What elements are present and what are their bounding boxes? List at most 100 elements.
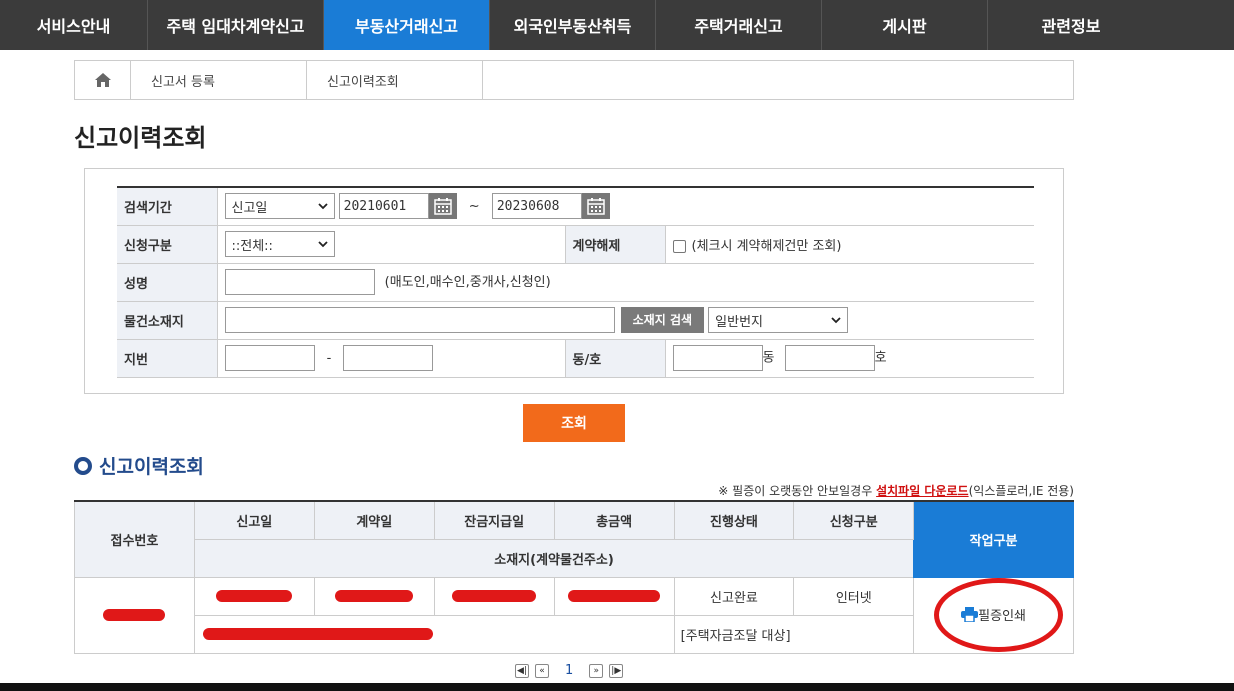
results-title-text: 신고이력조회 [99,456,204,478]
nav-item-board[interactable]: 게시판 [822,0,988,50]
redaction-mark [216,590,293,602]
table-row: 신고완료 인터넷 필증인쇄 [74,576,1074,654]
cancel-label: 계약해제 [564,225,666,264]
name-label: 성명 [117,263,218,302]
results-table: 접수번호 신고일 계약일 잔금지급일 총금액 진행상태 신청구분 작업구분 소재… [74,500,1074,654]
nav-item-real-estate-report[interactable]: 부동산거래신고 [324,0,490,50]
header-receipt-no: 접수번호 [74,500,195,578]
search-table: 검색기간 신고일 20210601 ~ 20230608 신청구분 ::전체::… [117,186,1034,378]
apply-type-select[interactable]: ::전체:: [224,231,335,257]
dongho-label: 동/호 [564,339,666,378]
apply-type-value: ::전체:: [231,238,273,254]
breadcrumb-item-register[interactable]: 신고서 등록 [131,61,307,99]
cell-apply-type: 인터넷 [793,576,915,616]
ho-suffix: 호 [874,350,887,366]
redaction-mark [568,590,661,602]
print-certificate-button[interactable]: 필증인쇄 [961,605,1026,624]
lot-type-value: 일반번지 [715,314,764,330]
chevron-down-icon [317,240,328,247]
period-label: 검색기간 [117,187,218,226]
nav-item-lease-report[interactable]: 주택 임대차계약신고 [148,0,324,50]
apply-type-label: 신청구분 [117,225,218,264]
cancel-checkbox[interactable] [672,239,686,253]
notice-prefix: ※ 필증이 오랫동안 안보일경우 [718,484,873,498]
top-navigation: 서비스안내 주택 임대차계약신고 부동산거래신고 외국인부동산취득 주택거래신고… [0,0,1234,50]
cell-address [193,614,675,654]
name-hint: (매도인,매수인,중개사,신청인) [384,274,551,290]
breadcrumb: 신고서 등록 신고이력조회 [74,60,1074,100]
cell-status: 신고완료 [673,576,795,616]
dong-input[interactable] [672,345,763,371]
header-balance-date: 잔금지급일 [433,500,555,540]
lot-label: 지번 [117,339,218,378]
location-cell: 소재지 검색 일반번지 [217,301,1034,340]
pagination: ◀| « 1 » |▶ [515,663,624,678]
header-work: 작업구분 [913,500,1074,578]
lot-main-input[interactable] [224,345,315,371]
period-cell: 신고일 20210601 ~ 20230608 [217,187,1034,226]
cancel-checkbox-text: (체크시 계약해제건만 조회) [691,238,842,254]
circle-bullet-icon [74,456,92,475]
ho-input[interactable] [784,345,875,371]
print-certificate-label: 필증인쇄 [978,608,1026,624]
lot-sub-input[interactable] [343,345,434,371]
header-contract-date: 계약일 [313,500,435,540]
name-cell: (매도인,매수인,중개사,신청인) [217,263,1034,302]
search-submit-button[interactable]: 조회 [523,404,625,442]
printer-icon [961,606,979,622]
installer-download-link[interactable]: 설치파일 다운로드 [876,484,969,498]
lot-type-select[interactable]: 일반번지 [708,307,849,333]
dongho-cell: 동 호 [665,339,1034,378]
breadcrumb-item-history[interactable]: 신고이력조회 [307,61,483,99]
redaction-mark [335,590,414,602]
date-to-input[interactable]: 20230608 [491,193,582,220]
location-search-button[interactable]: 소재지 검색 [620,307,705,333]
nav-item-related-info[interactable]: 관련정보 [988,0,1154,50]
header-report-date: 신고일 [193,500,315,540]
redaction-mark [103,609,166,621]
cell-receipt-no [74,576,195,654]
date-from-input[interactable]: 20210601 [338,193,429,220]
name-input[interactable] [224,269,375,295]
lot-separator: - [326,350,332,366]
nav-item-foreigner-acquisition[interactable]: 외국인부동산취득 [490,0,656,50]
chevron-down-icon [831,316,841,323]
cell-work: 필증인쇄 [913,576,1074,654]
period-type-value: 신고일 [231,200,268,216]
breadcrumb-home[interactable] [75,61,131,99]
location-label: 물건소재지 [117,301,218,340]
next-page-icon[interactable]: » [589,663,604,678]
cell-funding-note: [주택자금조달 대상] [673,614,915,654]
cell-balance-date [433,576,555,616]
cancel-cell: (체크시 계약해제건만 조회) [665,225,1034,264]
cell-report-date [193,576,315,616]
first-page-icon[interactable]: ◀| [515,663,529,678]
date-separator: ~ [468,198,480,214]
apply-type-cell: ::전체:: [217,225,565,264]
search-form: 검색기간 신고일 20210601 ~ 20230608 신청구분 ::전체::… [84,168,1064,394]
cell-total-amount [553,576,675,616]
header-address: 소재지(계약물건주소) [193,538,915,578]
page-number[interactable]: 1 [565,663,573,678]
prev-page-icon[interactable]: « [535,663,549,678]
results-section-title: 신고이력조회 [74,452,204,479]
location-input[interactable] [224,307,615,333]
bottom-bar [0,683,1234,691]
last-page-icon[interactable]: |▶ [609,663,624,678]
header-status: 진행상태 [673,500,795,540]
chevron-down-icon [317,203,328,210]
nav-item-housing-transaction[interactable]: 주택거래신고 [656,0,822,50]
page-title: 신고이력조회 [74,124,207,152]
notice-suffix: (익스플로러,IE 전용) [968,484,1074,498]
cell-contract-date [313,576,435,616]
redaction-mark [202,628,433,640]
calendar-from-icon[interactable] [428,193,457,220]
header-apply-type: 신청구분 [793,500,915,540]
period-type-select[interactable]: 신고일 [224,193,335,220]
header-total-amount: 총금액 [553,500,675,540]
redaction-mark [452,590,537,602]
dong-suffix: 동 [762,350,775,366]
calendar-to-icon[interactable] [581,193,610,220]
nav-item-service-info[interactable]: 서비스안내 [0,0,148,50]
lot-cell: - [217,339,565,378]
